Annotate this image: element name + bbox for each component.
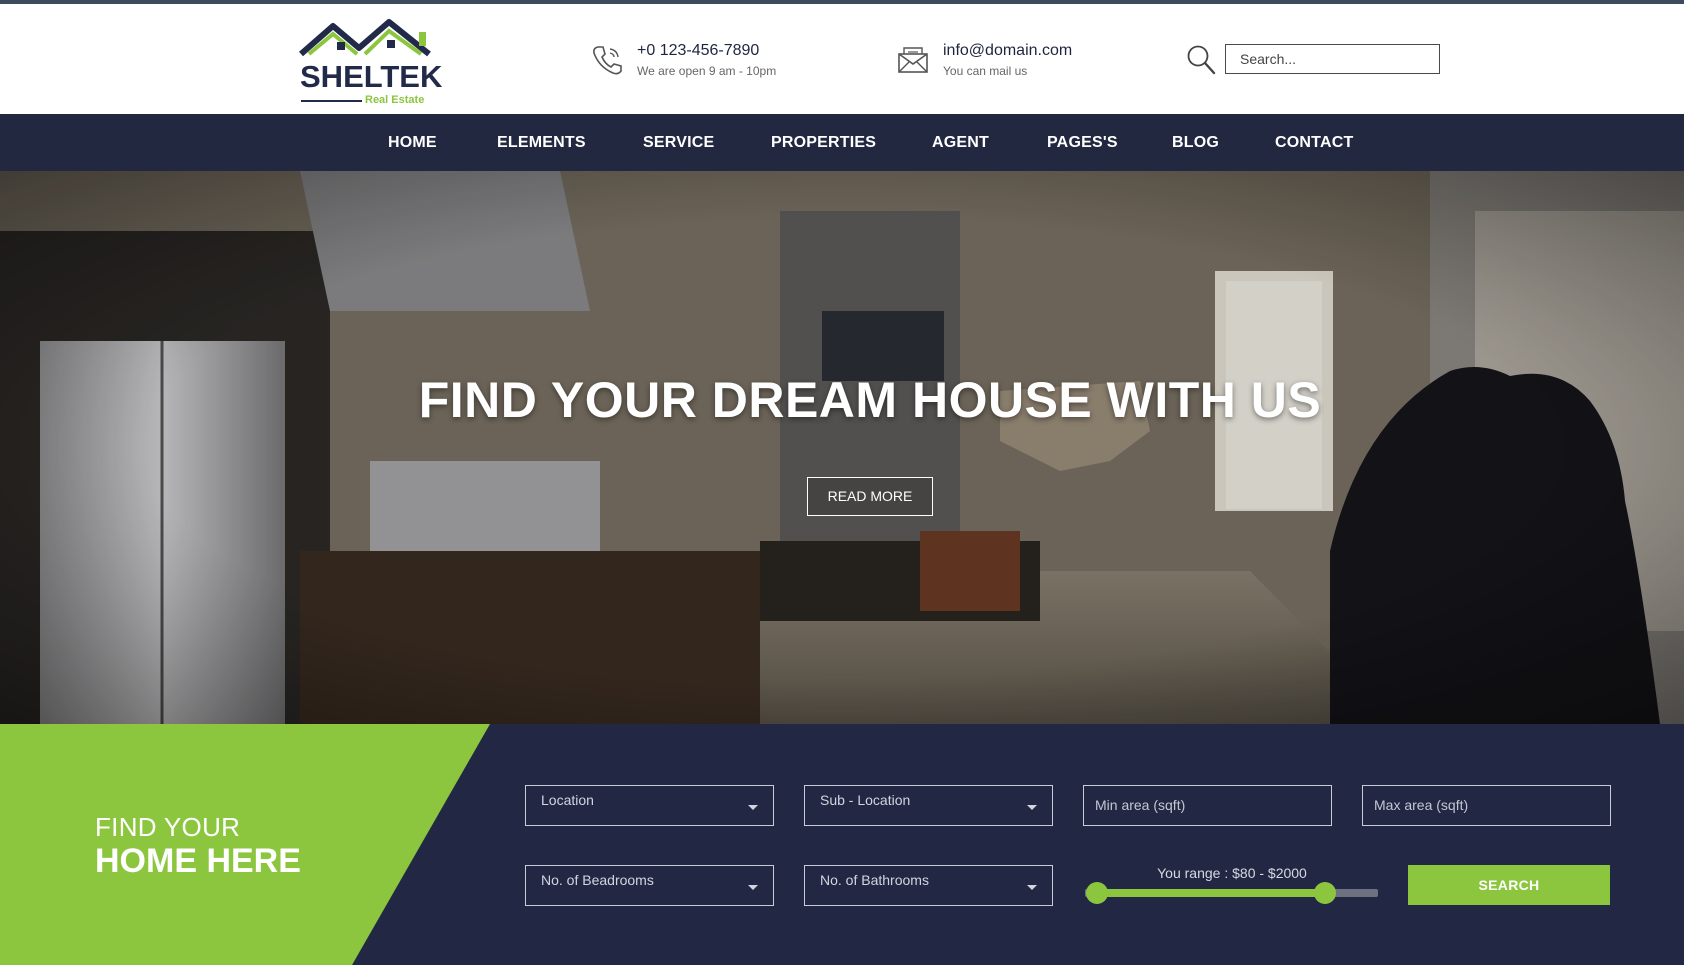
- main-nav: HOME ELEMENTS SERVICE PROPERTIES AGENT P…: [0, 114, 1684, 171]
- bedrooms-select-value: No. of Beadrooms: [541, 872, 654, 888]
- price-range-fill: [1096, 889, 1326, 897]
- price-range-slider[interactable]: [1085, 882, 1378, 904]
- logo-underline: [301, 100, 362, 102]
- bathrooms-select[interactable]: No. of Bathrooms: [804, 865, 1053, 906]
- phone-icon: [593, 46, 622, 75]
- finder-title-line2: HOME HERE: [95, 842, 301, 880]
- property-finder: FIND YOUR HOME HERE Location Sub - Locat…: [0, 724, 1684, 965]
- max-area-field[interactable]: Max area (sqft): [1362, 785, 1611, 826]
- logo-name: SHELTEK: [300, 59, 443, 94]
- read-more-button[interactable]: READ MORE: [807, 477, 933, 516]
- phone-hours: We are open 9 am - 10pm: [637, 64, 777, 78]
- price-range-max-handle[interactable]: [1314, 882, 1337, 904]
- logo[interactable]: SHELTEK Real Estate: [299, 16, 443, 106]
- price-range-label: You range : $80 - $2000: [1157, 865, 1307, 881]
- envelope-icon: [898, 47, 928, 73]
- nav-item-properties[interactable]: PROPERTIES: [771, 114, 876, 171]
- email-address: info@domain.com: [943, 42, 1073, 59]
- bedrooms-select[interactable]: No. of Beadrooms: [525, 865, 774, 906]
- hero-background-image: [0, 171, 1684, 724]
- search-input[interactable]: [1225, 44, 1440, 74]
- email-contact[interactable]: info@domain.com You can mail us: [897, 40, 1127, 80]
- hero-title: FIND YOUR DREAM HOUSE WITH US: [418, 372, 1322, 428]
- nav-item-blog[interactable]: BLOG: [1172, 114, 1219, 171]
- nav-item-pages[interactable]: PAGES'S: [1047, 114, 1118, 171]
- nav-item-agent[interactable]: AGENT: [932, 114, 989, 171]
- search-button[interactable]: SEARCH: [1408, 865, 1610, 905]
- phone-number: +0 123-456-7890: [637, 42, 760, 59]
- site-header: SHELTEK Real Estate +0 123-456-7890 We a…: [0, 4, 1684, 114]
- min-area-field[interactable]: Min area (sqft): [1083, 785, 1332, 826]
- finder-title-line1: FIND YOUR: [95, 812, 241, 842]
- location-select[interactable]: Location: [525, 785, 774, 826]
- nav-item-elements[interactable]: ELEMENTS: [497, 114, 586, 171]
- logo-tagline: Real Estate: [365, 94, 425, 106]
- search-icon[interactable]: [1186, 44, 1216, 76]
- bathrooms-select-value: No. of Bathrooms: [820, 872, 929, 888]
- nav-item-home[interactable]: HOME: [388, 114, 437, 171]
- nav-item-service[interactable]: SERVICE: [643, 114, 714, 171]
- chevron-down-icon: [748, 805, 758, 810]
- sub-location-select-value: Sub - Location: [820, 792, 911, 808]
- phone-contact[interactable]: +0 123-456-7890 We are open 9 am - 10pm: [591, 40, 821, 80]
- chevron-down-icon: [748, 885, 758, 890]
- nav-item-contact[interactable]: CONTACT: [1275, 114, 1353, 171]
- sub-location-select[interactable]: Sub - Location: [804, 785, 1053, 826]
- chevron-down-icon: [1027, 805, 1037, 810]
- price-range-min-handle[interactable]: [1085, 882, 1108, 904]
- house-roof-icon: [299, 19, 431, 57]
- chevron-down-icon: [1027, 885, 1037, 890]
- hero-banner: FIND YOUR DREAM HOUSE WITH US READ MORE: [0, 171, 1684, 724]
- location-select-value: Location: [541, 792, 594, 808]
- email-caption: You can mail us: [943, 64, 1028, 78]
